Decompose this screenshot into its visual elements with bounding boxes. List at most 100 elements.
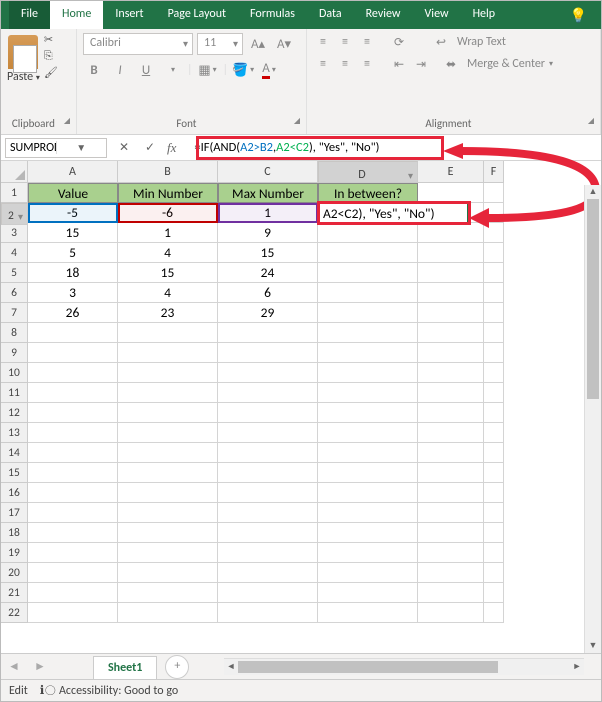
- tab-review[interactable]: Review: [354, 1, 413, 29]
- col-header-F[interactable]: F: [484, 161, 504, 183]
- cell-D11[interactable]: [318, 383, 418, 403]
- paste-icon[interactable]: [8, 35, 38, 69]
- formula-input[interactable]: =IF(AND(A2>B2, A2<C2), "Yes", "No"): [190, 138, 601, 158]
- font-size-select[interactable]: 11: [197, 33, 243, 55]
- horizontal-scrollbar[interactable]: ◄ ►: [224, 658, 584, 675]
- col-header-C[interactable]: C: [218, 161, 318, 183]
- cell-D1[interactable]: In between?: [318, 183, 418, 203]
- cell-E14[interactable]: [418, 443, 484, 463]
- cell-B2[interactable]: -6: [118, 203, 218, 223]
- font-expand-icon[interactable]: ◢: [290, 117, 300, 126]
- cell-C7[interactable]: 29: [218, 303, 318, 323]
- row-header-7[interactable]: 7: [1, 303, 28, 323]
- cell-A7[interactable]: 26: [28, 303, 118, 323]
- decrease-font-icon[interactable]: A▾: [273, 33, 295, 55]
- cell-E9[interactable]: [418, 343, 484, 363]
- cell-F14[interactable]: [484, 443, 504, 463]
- cell-B4[interactable]: 4: [118, 243, 218, 263]
- row-header-22[interactable]: 22: [1, 603, 28, 623]
- row-header-12[interactable]: 12: [1, 403, 28, 423]
- underline-more-icon[interactable]: [161, 59, 183, 81]
- cell-C12[interactable]: [218, 403, 318, 423]
- cell-E11[interactable]: [418, 383, 484, 403]
- orientation-icon[interactable]: ⟳: [389, 33, 409, 51]
- name-box[interactable]: SUMPROD... ▼: [5, 138, 107, 158]
- cell-A21[interactable]: [28, 583, 118, 603]
- cell-A12[interactable]: [28, 403, 118, 423]
- sheet-nav-next-icon[interactable]: ►: [34, 659, 46, 674]
- cell-C1[interactable]: Max Number: [218, 183, 318, 203]
- align-right-icon[interactable]: ≡: [357, 55, 377, 73]
- cell-C2[interactable]: 1: [218, 203, 318, 223]
- cut-icon[interactable]: ✂: [44, 33, 58, 46]
- cell-A18[interactable]: [28, 523, 118, 543]
- scroll-left-icon[interactable]: ◄: [224, 659, 238, 675]
- row-header-6[interactable]: 6: [1, 283, 28, 303]
- cell-D22[interactable]: [318, 603, 418, 623]
- tab-view[interactable]: View: [413, 1, 461, 29]
- cell-D3[interactable]: [318, 223, 418, 243]
- cell-F8[interactable]: [484, 323, 504, 343]
- tab-insert[interactable]: Insert: [103, 1, 155, 29]
- cell-C13[interactable]: [218, 423, 318, 443]
- decrease-indent-icon[interactable]: ⇤: [389, 55, 409, 73]
- scroll-down-icon[interactable]: ▼: [585, 639, 601, 653]
- cell-A19[interactable]: [28, 543, 118, 563]
- alignment-expand-icon[interactable]: ◢: [584, 117, 594, 126]
- align-middle-icon[interactable]: ≡: [335, 33, 355, 51]
- format-painter-icon[interactable]: 🖌: [44, 66, 58, 79]
- cell-F16[interactable]: [484, 483, 504, 503]
- tell-me-icon[interactable]: 💡: [560, 1, 601, 29]
- tab-home[interactable]: Home: [50, 1, 103, 29]
- align-bottom-icon[interactable]: ≡: [357, 33, 377, 51]
- spreadsheet-grid[interactable]: A B C D E F 1ValueMin NumberMax NumberIn…: [1, 161, 601, 623]
- cell-D20[interactable]: [318, 563, 418, 583]
- cell-B7[interactable]: 23: [118, 303, 218, 323]
- cell-C6[interactable]: 6: [218, 283, 318, 303]
- scroll-up-icon[interactable]: ▲: [585, 185, 601, 199]
- cell-B19[interactable]: [118, 543, 218, 563]
- cell-D15[interactable]: [318, 463, 418, 483]
- font-name-select[interactable]: Calibri: [83, 33, 193, 55]
- cell-D6[interactable]: [318, 283, 418, 303]
- cell-E17[interactable]: [418, 503, 484, 523]
- sheet-nav-prev-icon[interactable]: ◄: [8, 659, 20, 674]
- cell-C21[interactable]: [218, 583, 318, 603]
- cell-A4[interactable]: 5: [28, 243, 118, 263]
- col-header-A[interactable]: A: [28, 161, 118, 183]
- cell-E1[interactable]: [418, 183, 484, 203]
- row-header-11[interactable]: 11: [1, 383, 28, 403]
- cancel-formula-icon[interactable]: ✕: [115, 140, 133, 155]
- cell-D10[interactable]: [318, 363, 418, 383]
- border-button[interactable]: ▦: [197, 59, 219, 81]
- row-header-14[interactable]: 14: [1, 443, 28, 463]
- cell-E15[interactable]: [418, 463, 484, 483]
- scroll-right-icon[interactable]: ►: [570, 659, 584, 675]
- cell-F15[interactable]: [484, 463, 504, 483]
- font-color-button[interactable]: A: [258, 59, 280, 81]
- cell-A2[interactable]: -5: [28, 203, 118, 223]
- cell-B8[interactable]: [118, 323, 218, 343]
- cell-E20[interactable]: [418, 563, 484, 583]
- cell-E5[interactable]: [418, 263, 484, 283]
- cell-D19[interactable]: [318, 543, 418, 563]
- new-sheet-button[interactable]: +: [165, 655, 189, 679]
- cell-F6[interactable]: [484, 283, 504, 303]
- sheet-tab-sheet1[interactable]: Sheet1: [93, 656, 157, 679]
- row-header-9[interactable]: 9: [1, 343, 28, 363]
- wrap-text-button[interactable]: Wrap Text: [453, 35, 506, 49]
- tab-help[interactable]: Help: [461, 1, 508, 29]
- row-header-4[interactable]: 4: [1, 243, 28, 263]
- cell-B9[interactable]: [118, 343, 218, 363]
- wrap-text-icon[interactable]: ↩: [431, 33, 451, 51]
- align-top-icon[interactable]: ≡: [313, 33, 333, 51]
- cell-B12[interactable]: [118, 403, 218, 423]
- cell-D16[interactable]: [318, 483, 418, 503]
- cell-D9[interactable]: [318, 343, 418, 363]
- cell-D13[interactable]: [318, 423, 418, 443]
- bold-button[interactable]: B: [83, 59, 105, 81]
- cell-B11[interactable]: [118, 383, 218, 403]
- fill-color-button[interactable]: 🪣: [232, 59, 254, 81]
- cell-B6[interactable]: 4: [118, 283, 218, 303]
- cell-A6[interactable]: 3: [28, 283, 118, 303]
